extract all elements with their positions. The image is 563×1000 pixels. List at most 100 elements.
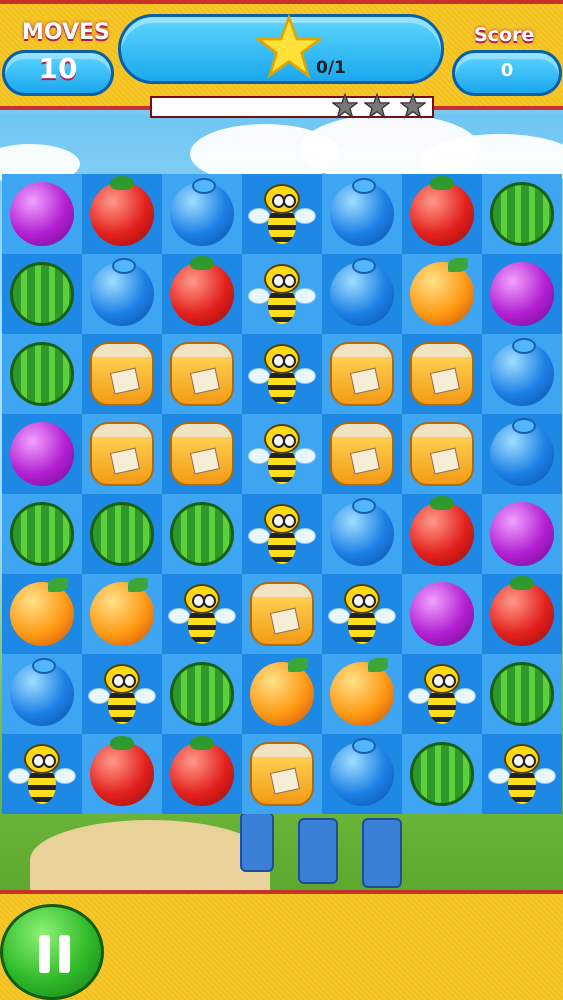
board-cell[interactable]	[402, 734, 482, 814]
board-cell[interactable]	[322, 574, 402, 654]
melon-piece[interactable]	[90, 502, 154, 566]
tomato-piece[interactable]	[410, 496, 474, 566]
honey-piece[interactable]	[170, 342, 234, 406]
honey-piece[interactable]	[330, 342, 394, 406]
blueberry-piece[interactable]	[170, 178, 234, 246]
pause-button[interactable]	[0, 904, 104, 1000]
plum-piece[interactable]	[10, 182, 74, 246]
honey-piece[interactable]	[90, 342, 154, 406]
board-cell[interactable]	[82, 574, 162, 654]
orange-piece[interactable]	[250, 658, 314, 726]
honey-piece[interactable]	[410, 342, 474, 406]
board-cell[interactable]	[82, 334, 162, 414]
board-cell[interactable]	[242, 494, 322, 574]
board-cell[interactable]	[162, 734, 242, 814]
board-cell[interactable]	[2, 494, 82, 574]
board-cell[interactable]	[162, 174, 242, 254]
honey-piece[interactable]	[330, 422, 394, 486]
tomato-piece[interactable]	[410, 176, 474, 246]
board-cell[interactable]	[242, 254, 322, 334]
board-cell[interactable]	[242, 574, 322, 654]
board-cell[interactable]	[402, 494, 482, 574]
board-cell[interactable]	[402, 254, 482, 334]
orange-piece[interactable]	[90, 578, 154, 646]
board-cell[interactable]	[402, 414, 482, 494]
bee-piece[interactable]	[248, 342, 316, 406]
board-cell[interactable]	[162, 414, 242, 494]
board-cell[interactable]	[402, 654, 482, 734]
board-cell[interactable]	[162, 574, 242, 654]
melon-piece[interactable]	[170, 662, 234, 726]
orange-piece[interactable]	[410, 258, 474, 326]
honey-piece[interactable]	[90, 422, 154, 486]
board-cell[interactable]	[482, 414, 562, 494]
board-cell[interactable]	[482, 334, 562, 414]
melon-piece[interactable]	[490, 662, 554, 726]
tomato-piece[interactable]	[170, 256, 234, 326]
board-cell[interactable]	[322, 334, 402, 414]
board-cell[interactable]	[322, 174, 402, 254]
board-cell[interactable]	[242, 334, 322, 414]
board-cell[interactable]	[322, 414, 402, 494]
board-cell[interactable]	[322, 494, 402, 574]
board-cell[interactable]	[2, 574, 82, 654]
board-cell[interactable]	[402, 334, 482, 414]
board-cell[interactable]	[162, 334, 242, 414]
melon-piece[interactable]	[410, 742, 474, 806]
tomato-piece[interactable]	[170, 736, 234, 806]
board-cell[interactable]	[2, 414, 82, 494]
board-cell[interactable]	[482, 174, 562, 254]
blueberry-piece[interactable]	[10, 658, 74, 726]
plum-piece[interactable]	[490, 502, 554, 566]
tomato-piece[interactable]	[90, 736, 154, 806]
bee-piece[interactable]	[8, 742, 76, 806]
bee-piece[interactable]	[248, 262, 316, 326]
blueberry-piece[interactable]	[330, 738, 394, 806]
bee-piece[interactable]	[168, 582, 236, 646]
bee-piece[interactable]	[88, 662, 156, 726]
board-cell[interactable]	[162, 494, 242, 574]
board-cell[interactable]	[482, 574, 562, 654]
board-cell[interactable]	[82, 174, 162, 254]
blueberry-piece[interactable]	[490, 418, 554, 486]
board-cell[interactable]	[482, 734, 562, 814]
board-cell[interactable]	[2, 334, 82, 414]
board-cell[interactable]	[82, 494, 162, 574]
bee-piece[interactable]	[328, 582, 396, 646]
blueberry-piece[interactable]	[490, 338, 554, 406]
blueberry-piece[interactable]	[330, 498, 394, 566]
board-cell[interactable]	[242, 734, 322, 814]
melon-piece[interactable]	[10, 262, 74, 326]
plum-piece[interactable]	[410, 582, 474, 646]
melon-piece[interactable]	[170, 502, 234, 566]
bee-piece[interactable]	[408, 662, 476, 726]
board-cell[interactable]	[82, 654, 162, 734]
bee-piece[interactable]	[248, 182, 316, 246]
tomato-piece[interactable]	[90, 176, 154, 246]
board-cell[interactable]	[402, 174, 482, 254]
honey-piece[interactable]	[250, 582, 314, 646]
board-cell[interactable]	[242, 414, 322, 494]
board-cell[interactable]	[2, 254, 82, 334]
orange-piece[interactable]	[330, 658, 394, 726]
bee-piece[interactable]	[488, 742, 556, 806]
board-cell[interactable]	[2, 654, 82, 734]
board-cell[interactable]	[402, 574, 482, 654]
honey-piece[interactable]	[410, 422, 474, 486]
blueberry-piece[interactable]	[330, 178, 394, 246]
board-cell[interactable]	[322, 254, 402, 334]
orange-piece[interactable]	[10, 578, 74, 646]
board-cell[interactable]	[162, 254, 242, 334]
honey-piece[interactable]	[250, 742, 314, 806]
board-cell[interactable]	[482, 654, 562, 734]
board-cell[interactable]	[482, 494, 562, 574]
melon-piece[interactable]	[10, 502, 74, 566]
honey-piece[interactable]	[170, 422, 234, 486]
blueberry-piece[interactable]	[330, 258, 394, 326]
board-cell[interactable]	[242, 654, 322, 734]
plum-piece[interactable]	[10, 422, 74, 486]
board-cell[interactable]	[82, 734, 162, 814]
melon-piece[interactable]	[490, 182, 554, 246]
melon-piece[interactable]	[10, 342, 74, 406]
board-cell[interactable]	[482, 254, 562, 334]
